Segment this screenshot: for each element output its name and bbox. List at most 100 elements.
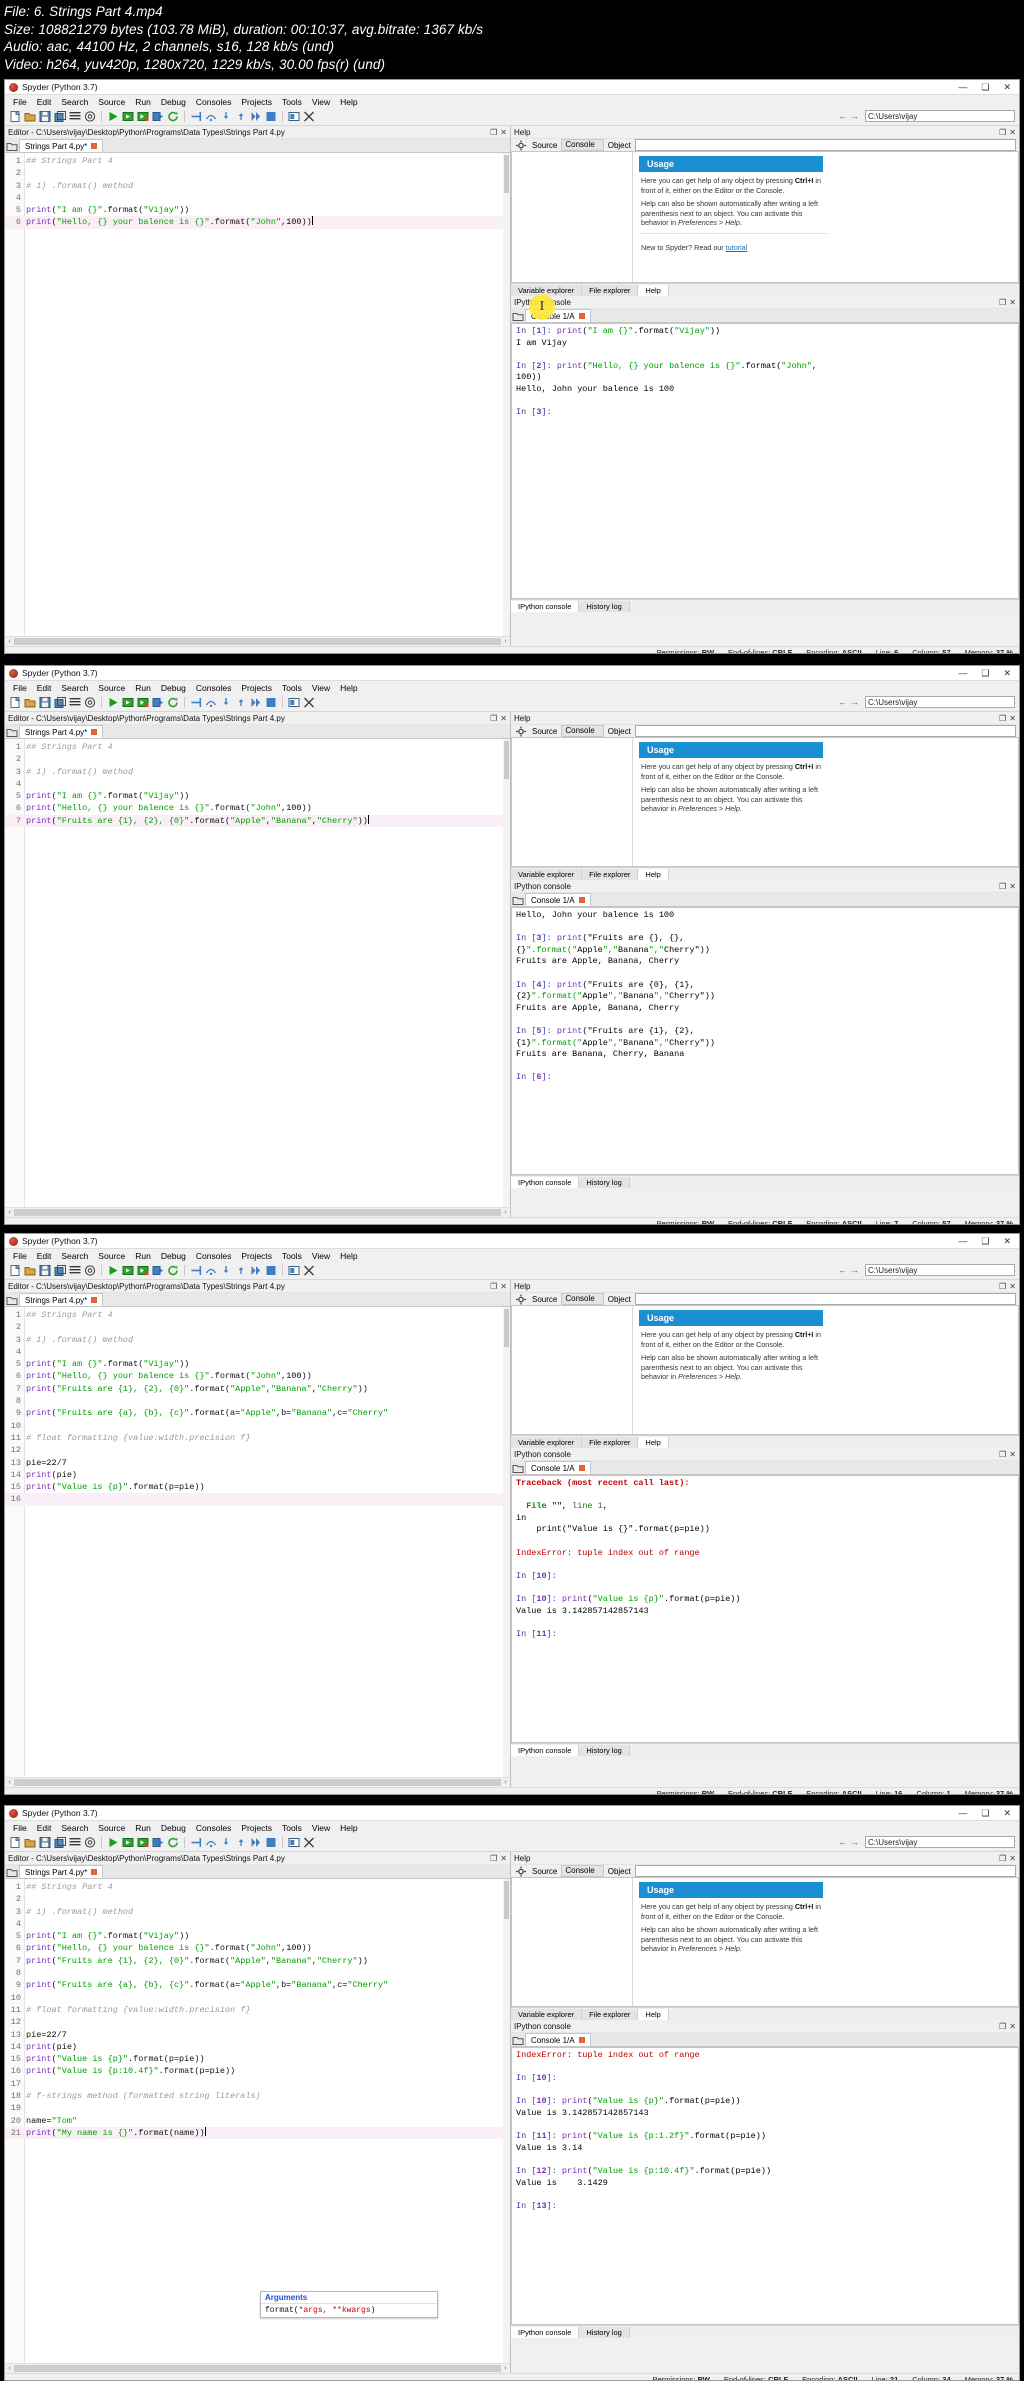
gear-icon[interactable] xyxy=(514,1865,528,1878)
menu-item-view[interactable]: View xyxy=(307,1251,335,1261)
console-bottom-tab-history-log[interactable]: History log xyxy=(579,600,630,612)
code-line[interactable]: 12 xyxy=(5,2016,510,2028)
lower-tab-variable-explorer[interactable]: Variable explorer xyxy=(511,868,583,880)
folder-tab-icon[interactable] xyxy=(5,1294,19,1307)
continue-icon[interactable] xyxy=(249,110,263,123)
save-all-icon[interactable] xyxy=(53,110,67,123)
menu-item-file[interactable]: File xyxy=(8,1823,32,1833)
forward-arrow-icon[interactable]: → xyxy=(850,1837,859,1847)
console-tab[interactable]: Console 1/A xyxy=(525,2033,591,2046)
menu-item-debug[interactable]: Debug xyxy=(156,97,191,107)
back-arrow-icon[interactable]: ← xyxy=(838,1837,847,1847)
code-line[interactable]: 1 ## Strings Part 4 xyxy=(5,741,510,753)
object-input[interactable] xyxy=(634,139,1016,151)
code-line[interactable]: 1 ## Strings Part 4 xyxy=(5,1309,510,1321)
working-directory-path[interactable]: C:\Users\vijay xyxy=(865,1836,1015,1848)
gear-icon[interactable] xyxy=(514,725,528,738)
new-file-icon[interactable] xyxy=(8,110,22,123)
close-button[interactable]: ✕ xyxy=(1003,1236,1011,1246)
folder-tab-icon[interactable] xyxy=(511,894,525,907)
preferences-icon[interactable] xyxy=(287,1264,301,1277)
run-icon[interactable] xyxy=(106,110,120,123)
close-button[interactable]: ✕ xyxy=(1003,82,1011,92)
step-over-icon[interactable] xyxy=(204,110,218,123)
undock-button[interactable]: ❐ xyxy=(487,1854,497,1863)
browse-tabs-icon[interactable] xyxy=(5,140,19,152)
object-input[interactable] xyxy=(634,1293,1016,1305)
forward-arrow-icon[interactable]: → xyxy=(850,1265,859,1275)
step-over-icon[interactable] xyxy=(204,1836,218,1849)
undock-button[interactable]: ❐ xyxy=(487,128,497,137)
working-directory-path[interactable]: C:\Users\vijay xyxy=(865,696,1015,708)
code-line[interactable]: 12 xyxy=(5,1444,510,1456)
menu-item-consoles[interactable]: Consoles xyxy=(191,1251,236,1261)
code-line[interactable]: 1 ## Strings Part 4 xyxy=(5,155,510,167)
code-line[interactable]: 2 xyxy=(5,1893,510,1905)
console-tab-close-icon[interactable] xyxy=(578,1465,585,1471)
code-editor[interactable]: 1 ## Strings Part 4 2 3 # 1) .format() metho… xyxy=(5,1307,510,1777)
maximize-button[interactable]: ❑ xyxy=(981,1236,989,1246)
lower-tab-variable-explorer[interactable]: Variable explorer xyxy=(511,2008,583,2020)
ipython-undock-button[interactable]: ❐ xyxy=(996,882,1006,891)
object-input[interactable] xyxy=(634,1865,1016,1877)
editor-file-tab[interactable]: Strings Part 4.py* xyxy=(19,1293,104,1306)
code-line[interactable]: 1 ## Strings Part 4 xyxy=(5,1881,510,1893)
pythonpath-icon[interactable] xyxy=(302,110,316,123)
console-tab[interactable]: Console 1/A xyxy=(525,1461,591,1474)
console-tab-close-icon[interactable] xyxy=(578,2037,585,2043)
step-into-icon[interactable] xyxy=(219,110,233,123)
source-select[interactable]: Console xyxy=(561,1293,604,1305)
console-bottom-tab-history-log[interactable]: History log xyxy=(579,2326,630,2338)
lower-tab-variable-explorer[interactable]: Variable explorer xyxy=(511,1436,583,1448)
code-line[interactable]: 4 xyxy=(5,1918,510,1930)
code-editor[interactable]: 1 ## Strings Part 4 2 3 # 1) .format() metho… xyxy=(5,153,510,636)
step-into-icon[interactable] xyxy=(219,1836,233,1849)
code-line[interactable]: 3 # 1) .format() method xyxy=(5,1334,510,1346)
menu-item-run[interactable]: Run xyxy=(130,97,156,107)
run-cell-icon[interactable] xyxy=(121,1264,135,1277)
editor-scrollbar[interactable] xyxy=(503,1307,510,1777)
code-line[interactable]: 13 pie=22/7 xyxy=(5,1457,510,1469)
menu-item-search[interactable]: Search xyxy=(56,683,93,693)
code-line[interactable]: 2 xyxy=(5,1321,510,1333)
code-line[interactable]: 7 print("Fruits are {1}, {2}, {0}".format… xyxy=(5,1383,510,1395)
menu-item-edit[interactable]: Edit xyxy=(32,97,57,107)
code-line[interactable]: 7 print("Fruits are {1}, {2}, {0}".format… xyxy=(5,814,510,828)
menu-item-debug[interactable]: Debug xyxy=(156,1251,191,1261)
editor-horizontal-scrollbar[interactable]: ‹ › xyxy=(5,2363,510,2373)
code-line[interactable]: 20 name="Tom" xyxy=(5,2115,510,2127)
run-selection-icon[interactable] xyxy=(151,110,165,123)
save-file-icon[interactable] xyxy=(38,110,52,123)
menu-item-source[interactable]: Source xyxy=(93,97,130,107)
console-bottom-tab-ipython-console[interactable]: IPython console xyxy=(511,2326,580,2338)
debug-icon[interactable] xyxy=(189,1264,203,1277)
save-file-icon[interactable] xyxy=(38,1264,52,1277)
pane-close-button[interactable]: ✕ xyxy=(497,1282,507,1291)
editor-scrollbar[interactable] xyxy=(503,1879,510,2363)
gear-icon[interactable] xyxy=(514,139,528,152)
step-return-icon[interactable] xyxy=(234,1264,248,1277)
ipython-console-output[interactable]: Traceback (most recent call last): File … xyxy=(511,1475,1019,1743)
run-cell-icon[interactable] xyxy=(121,1836,135,1849)
menu-item-edit[interactable]: Edit xyxy=(32,683,57,693)
code-line[interactable]: 2 xyxy=(5,167,510,179)
h-scroll-thumb[interactable] xyxy=(14,638,501,645)
maximize-button[interactable]: ❑ xyxy=(981,668,989,678)
editor-scrollbar[interactable] xyxy=(503,153,510,636)
open-file-icon[interactable] xyxy=(23,110,37,123)
code-line[interactable]: 3 # 1) .format() method xyxy=(5,1906,510,1918)
working-directory-path[interactable]: C:\Users\vijay xyxy=(865,110,1015,122)
rerun-icon[interactable] xyxy=(166,1836,180,1849)
console-browse-icon[interactable] xyxy=(511,2034,525,2046)
new-file-icon[interactable] xyxy=(8,1264,22,1277)
source-select[interactable]: Console xyxy=(561,725,604,737)
ipython-undock-button[interactable]: ❐ xyxy=(996,298,1006,307)
menu-item-run[interactable]: Run xyxy=(130,1251,156,1261)
pane-close-button[interactable]: ✕ xyxy=(497,714,507,723)
open-file-icon[interactable] xyxy=(23,1264,37,1277)
code-line[interactable]: 4 xyxy=(5,778,510,790)
console-bottom-tab-ipython-console[interactable]: IPython console xyxy=(511,1744,580,1756)
ipython-console-output[interactable]: Hello, John your balence is 100 In [3]: … xyxy=(511,907,1019,1175)
ipython-console-output[interactable]: IndexError: tuple index out of range In … xyxy=(511,2047,1019,2325)
code-line[interactable]: 21 print("My name is {}".format(name)) xyxy=(5,2126,510,2140)
